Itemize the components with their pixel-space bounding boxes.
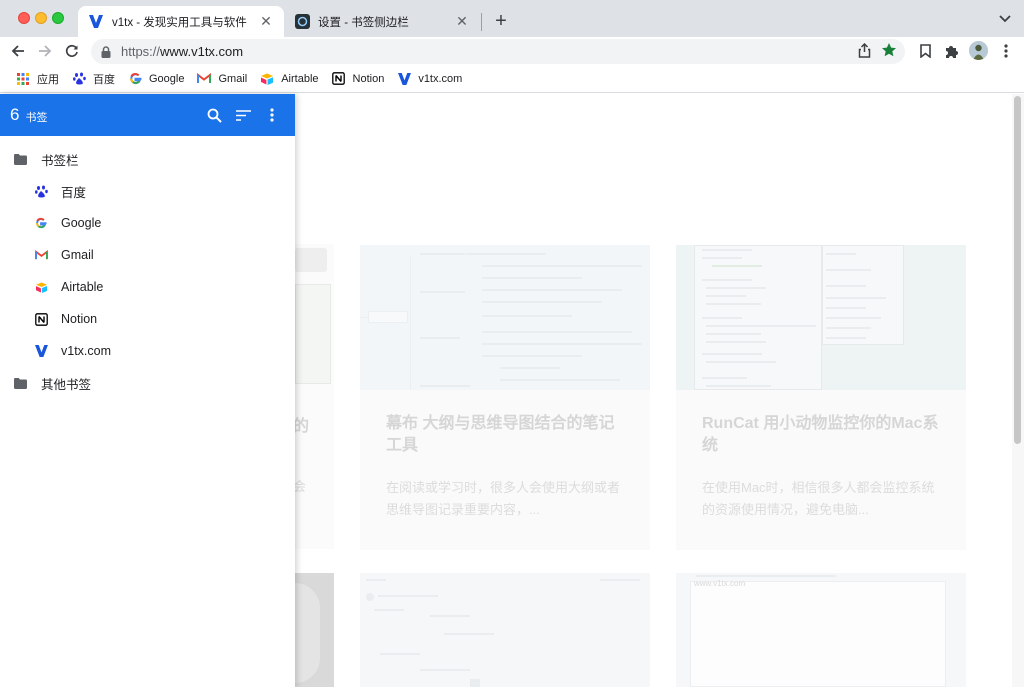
tree-folder-bookmarks-bar[interactable]: 书签栏 xyxy=(13,146,79,172)
apps-grid-icon xyxy=(16,72,30,86)
v1tx-logo-icon xyxy=(88,14,104,30)
folder-icon xyxy=(13,152,27,166)
tree-item-label: Airtable xyxy=(61,280,104,294)
scrollbar-thumb[interactable] xyxy=(1014,96,1021,444)
airtable-icon xyxy=(34,280,48,294)
card-title-fragment: 的 xyxy=(293,418,310,435)
tree-item-label: Notion xyxy=(61,312,98,326)
more-options-icon[interactable] xyxy=(262,105,282,125)
thumb-fragment xyxy=(295,284,331,384)
folder-icon xyxy=(13,376,27,390)
baidu-icon xyxy=(34,184,48,198)
avatar[interactable] xyxy=(969,41,988,60)
thumb-url-text: www.v1tx.com xyxy=(694,579,746,588)
notion-icon xyxy=(332,72,346,86)
thumb-fragment xyxy=(295,248,327,272)
search-icon[interactable] xyxy=(204,105,224,125)
window-close-button[interactable] xyxy=(18,12,30,24)
bookmark-label: Gmail xyxy=(218,72,248,85)
bookmark-count: 6 xyxy=(10,105,20,124)
tree-folder-label: 书签栏 xyxy=(41,153,79,168)
bookmark-baidu[interactable]: 百度 xyxy=(67,68,120,90)
baidu-icon xyxy=(72,72,86,86)
bookmark-apps[interactable]: 应用 xyxy=(11,68,64,90)
bookmark-label: Notion xyxy=(352,72,385,85)
lock-icon[interactable] xyxy=(101,45,113,58)
gmail-icon xyxy=(34,248,48,262)
gmail-icon xyxy=(197,72,212,86)
window-minimize-button[interactable] xyxy=(35,12,47,24)
bookmark-notion[interactable]: Notion xyxy=(327,68,390,90)
article-card-bottom[interactable] xyxy=(360,573,650,687)
card-description: 在使用Mac时，相信很多人都会监控系统的资源使用情况，避免电脑... xyxy=(702,480,935,517)
tab-strip: v1tx - 发现实用工具与软件 ✕ 设置 - 书签侧边栏 ✕ + xyxy=(0,0,1024,37)
tab-v1tx[interactable]: v1tx - 发现实用工具与软件 ✕ xyxy=(78,6,284,37)
bookmark-label: v1tx.com xyxy=(418,72,463,85)
tree-item-baidu[interactable]: 百度 xyxy=(34,178,86,204)
bookmark-count-label: 书签 xyxy=(25,112,48,124)
bookmark-airtable[interactable]: Airtable xyxy=(255,68,323,90)
airtable-icon xyxy=(260,72,274,86)
tree-item-label: 百度 xyxy=(61,185,87,200)
bookmark-v1tx[interactable]: v1tx.com xyxy=(392,68,467,90)
bookmark-google[interactable]: Google xyxy=(123,68,189,90)
tree-folder-other-bookmarks[interactable]: 其他书签 xyxy=(13,370,91,396)
panel-header: 6 书签 xyxy=(0,94,295,136)
sort-icon[interactable] xyxy=(233,105,253,125)
tree-folder-label: 其他书签 xyxy=(41,377,92,392)
tree-item-v1tx[interactable]: v1tx.com xyxy=(34,338,111,364)
card-thumbnail xyxy=(360,245,650,390)
article-card-bottom[interactable]: www.v1tx.com xyxy=(676,573,966,687)
bookmark-label: 百度 xyxy=(93,73,115,86)
article-card[interactable]: 幕布 大纲与思维导图结合的笔记工具 在阅读或学习时，很多人会使用大纲或者思维导图… xyxy=(360,245,650,550)
back-arrow-icon[interactable] xyxy=(8,41,28,61)
v1tx-logo-icon xyxy=(397,72,411,86)
forward-arrow-icon[interactable] xyxy=(35,41,55,61)
address-bar[interactable]: https://www.v1tx.com xyxy=(91,39,905,64)
share-icon[interactable] xyxy=(858,42,871,61)
tree-item-gmail[interactable]: Gmail xyxy=(34,242,94,268)
bookmark-label: Airtable xyxy=(281,72,319,85)
v1tx-logo-icon xyxy=(34,344,48,358)
bookmarks-bar: 应用 百度 Google Gmail Airtable Notion v1tx.… xyxy=(0,65,1024,93)
tab-close-icon[interactable]: ✕ xyxy=(258,13,274,30)
tab-title: v1tx - 发现实用工具与软件 xyxy=(112,16,247,29)
card-title[interactable]: 幕布 大纲与思维导图结合的笔记工具 xyxy=(386,413,626,457)
extension-icon xyxy=(294,14,310,30)
tree-item-label: Gmail xyxy=(61,248,94,262)
tab-search-chevron-icon[interactable] xyxy=(996,10,1014,28)
card-title[interactable]: RunCat 用小动物监控你的Mac系统 xyxy=(702,413,942,457)
extensions-puzzle-icon[interactable] xyxy=(941,41,961,61)
new-tab-button[interactable]: + xyxy=(490,10,512,32)
reload-icon[interactable] xyxy=(62,41,82,61)
bookmark-label: Google xyxy=(149,72,185,85)
google-icon xyxy=(34,216,48,230)
notion-icon xyxy=(34,312,48,326)
card-description: 在阅读或学习时，很多人会使用大纲或者思维导图记录重要内容，... xyxy=(386,480,621,517)
kebab-menu-icon[interactable] xyxy=(996,41,1016,61)
tree-item-airtable[interactable]: Airtable xyxy=(34,274,103,300)
reading-list-icon[interactable] xyxy=(915,41,935,61)
url-text: https://www.v1tx.com xyxy=(121,44,244,59)
bookmark-side-panel: 6 书签 书签栏 百度 Google Gmail Airtable Notion… xyxy=(0,94,295,687)
tree-item-label: Google xyxy=(61,216,102,230)
card-thumbnail xyxy=(676,245,966,390)
tree-item-notion[interactable]: Notion xyxy=(34,306,97,332)
browser-toolbar: https://www.v1tx.com xyxy=(0,37,1024,65)
bookmark-gmail[interactable]: Gmail xyxy=(192,68,252,90)
tab-settings[interactable]: 设置 - 书签侧边栏 ✕ xyxy=(284,6,480,37)
tab-divider xyxy=(481,13,482,31)
tree-item-google[interactable]: Google xyxy=(34,210,101,236)
tree-item-label: v1tx.com xyxy=(61,344,112,358)
window-zoom-button[interactable] xyxy=(52,12,64,24)
article-card[interactable]: RunCat 用小动物监控你的Mac系统 在使用Mac时，相信很多人都会监控系统… xyxy=(676,245,966,550)
bookmark-label: 应用 xyxy=(37,73,59,86)
tab-title: 设置 - 书签侧边栏 xyxy=(318,16,409,29)
google-icon xyxy=(128,72,142,86)
tab-close-icon[interactable]: ✕ xyxy=(454,13,470,30)
bookmark-star-icon[interactable] xyxy=(881,42,897,61)
